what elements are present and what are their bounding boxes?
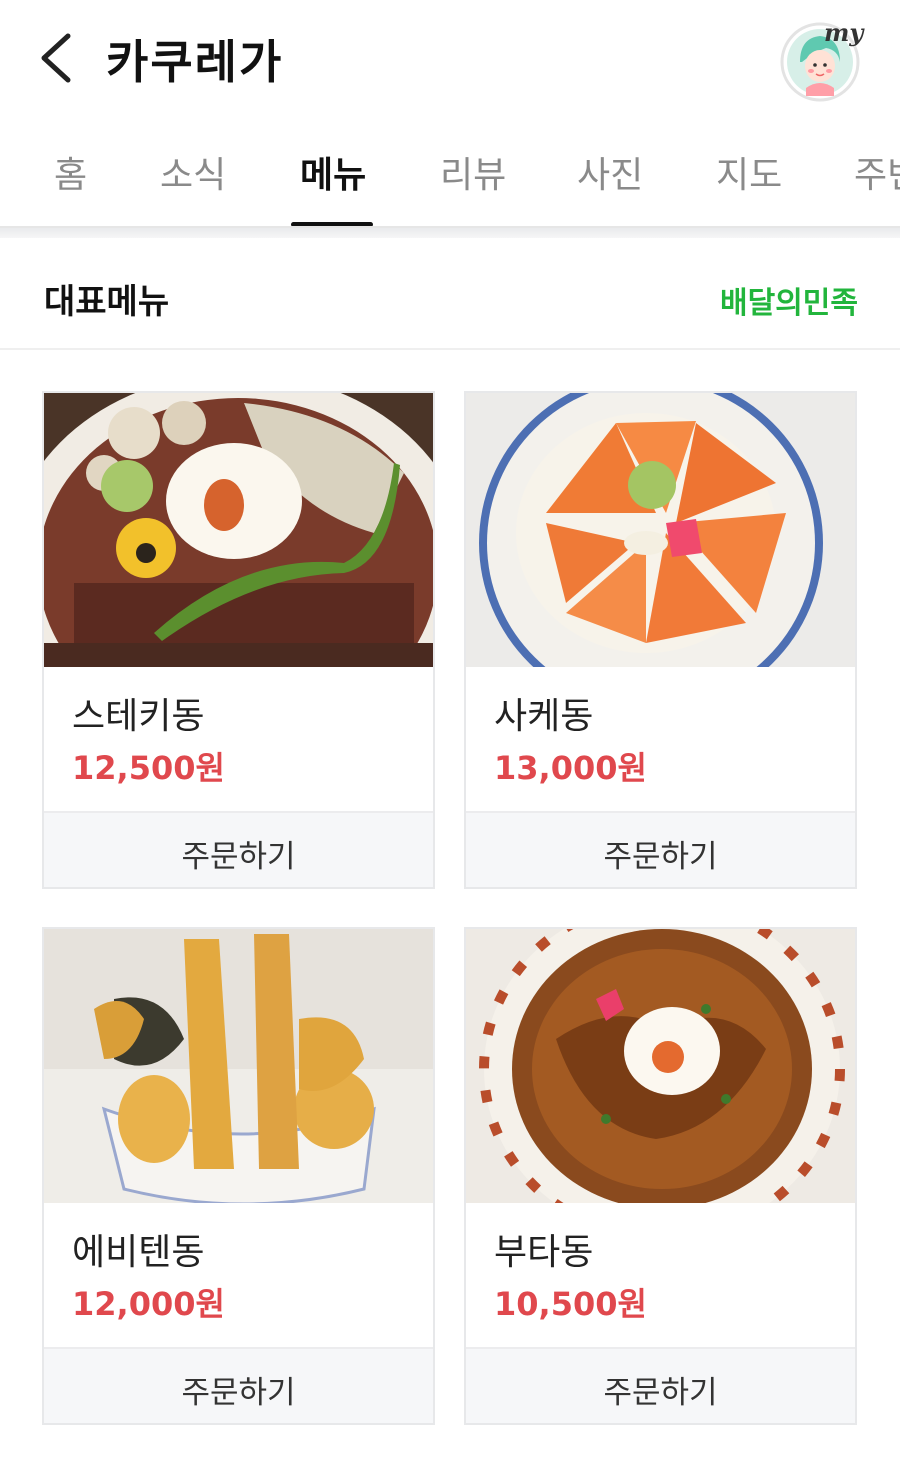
menu-photo-buta-don [466, 929, 855, 1203]
tab-nearby[interactable]: 주변 [854, 146, 900, 198]
menu-card[interactable]: 사케동 13,000원 주문하기 [464, 391, 857, 889]
tab-menu[interactable]: 메뉴 [300, 146, 366, 198]
my-avatar-button[interactable]: my [778, 16, 866, 104]
order-button-label: 주문하기 [603, 1375, 718, 1411]
tab-news[interactable]: 소식 [160, 146, 226, 198]
order-button[interactable]: 주문하기 [466, 1347, 855, 1423]
menu-photo-sake-don [466, 393, 855, 667]
tab-map[interactable]: 지도 [716, 146, 782, 198]
order-button-label: 주문하기 [181, 1375, 296, 1411]
baemin-link[interactable]: 배달의민족 [720, 278, 858, 322]
section-header: 대표메뉴 배달의민족 [0, 238, 900, 350]
back-chevron-icon [41, 33, 71, 83]
section-title: 대표메뉴 [44, 282, 170, 322]
top-header: 카쿠레가 my [0, 0, 900, 118]
page-title: 카쿠레가 [106, 35, 284, 89]
menu-photo-steak-don [44, 393, 433, 667]
tab-home[interactable]: 홈 [54, 146, 87, 198]
menu-price: 12,000원 [72, 1285, 225, 1323]
menu-price: 12,500원 [72, 749, 225, 787]
menu-photo-ebi-ten-don [44, 929, 433, 1203]
order-button[interactable]: 주문하기 [44, 1347, 433, 1423]
menu-name: 부타동 [494, 1232, 594, 1273]
back-button[interactable] [30, 28, 86, 88]
my-avatar-label: my [824, 18, 864, 47]
place-menu-page: 카쿠레가 my 홈 소식 메뉴 리뷰 사진 지도 주변 [0, 0, 900, 1458]
tab-review[interactable]: 리뷰 [440, 146, 506, 198]
menu-card[interactable]: 스테키동 12,500원 주문하기 [42, 391, 435, 889]
order-button-label: 주문하기 [603, 839, 718, 875]
order-button[interactable]: 주문하기 [44, 811, 433, 887]
tab-photo[interactable]: 사진 [577, 146, 643, 198]
menu-card[interactable]: 에비텐동 12,000원 주문하기 [42, 927, 435, 1425]
order-button[interactable]: 주문하기 [466, 811, 855, 887]
tab-bar: 홈 소식 메뉴 리뷰 사진 지도 주변 [0, 118, 900, 228]
menu-price: 10,500원 [494, 1285, 647, 1323]
menu-price: 13,000원 [494, 749, 647, 787]
order-button-label: 주문하기 [181, 839, 296, 875]
menu-card[interactable]: 부타동 10,500원 주문하기 [464, 927, 857, 1425]
active-tab-indicator [291, 222, 373, 226]
tab-divider [0, 228, 900, 238]
menu-name: 스테키동 [72, 696, 205, 737]
menu-name: 사케동 [494, 696, 594, 737]
menu-name: 에비텐동 [72, 1232, 205, 1273]
